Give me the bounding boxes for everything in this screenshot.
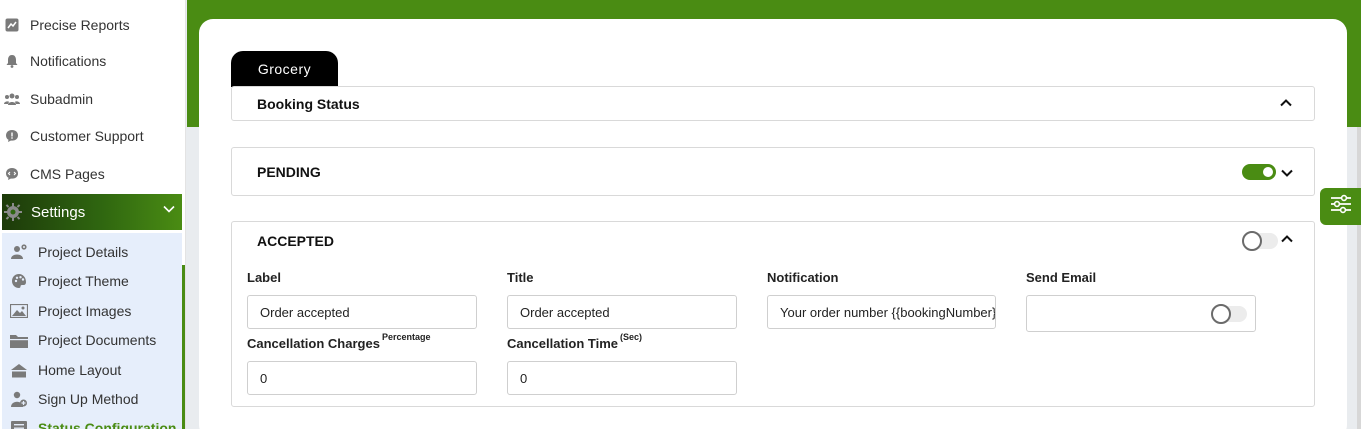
settings-submenu: Project Details Project Theme Project Im… [2,233,182,429]
cancellation-time-label: Cancellation Time (Sec) [507,332,642,351]
cancellation-charges-text: Cancellation Charges [247,336,380,351]
send-email-box [1026,295,1256,332]
send-email-toggle[interactable] [1211,304,1247,324]
sidebar-item-label: Notifications [30,53,107,69]
user-gear-icon [10,243,28,261]
pending-panel[interactable]: PENDING [231,147,1315,196]
sidebar-item-label: CMS Pages [30,166,105,182]
booking-status-panel[interactable]: Booking Status [231,86,1315,121]
cancellation-charges-input[interactable]: 0 [247,361,477,395]
cancellation-time-input[interactable]: 0 [507,361,737,395]
booking-status-title: Booking Status [257,96,360,112]
submenu-item-sign-up-method[interactable]: Sign Up Method [2,385,182,413]
chat-icon [4,128,20,144]
submenu-item-label: Project Details [38,244,129,260]
chevron-down-icon [162,202,176,216]
send-email-field-label: Send Email [1026,270,1097,285]
list-icon [10,419,28,429]
submenu-item-label: Project Images [38,303,132,319]
submenu-item-project-images[interactable]: Project Images [2,297,182,325]
sliders-icon [1330,194,1352,219]
submenu-item-home-layout[interactable]: Home Layout [2,356,182,384]
submenu-item-label: Home Layout [38,362,122,378]
accepted-title: ACCEPTED [257,233,335,249]
notification-input[interactable]: Your order number {{bookingNumber}} [767,295,996,329]
submenu-item-project-details[interactable]: Project Details [2,238,182,266]
notification-field-label: Notification [767,270,839,285]
label-field-label: Label [247,270,281,285]
title-input[interactable]: Order accepted [507,295,737,329]
sidebar-item-cms-pages[interactable]: CMS Pages [0,159,185,189]
pending-toggle[interactable] [1242,164,1276,180]
bell-icon [4,53,20,69]
pending-title: PENDING [257,164,321,180]
tab-grocery[interactable]: Grocery [231,51,338,87]
folder-icon [10,331,28,349]
sidebar: Precise Reports Notifications Subadmin C… [0,0,186,429]
home-icon [10,361,28,379]
sidebar-item-precise-reports[interactable]: Precise Reports [0,10,185,40]
chevron-up-icon[interactable] [1279,96,1293,110]
gear-icon [4,203,22,221]
chevron-up-icon[interactable] [1280,232,1294,246]
submenu-item-label: Project Theme [38,273,129,289]
filter-settings-button[interactable] [1320,188,1361,225]
submenu-scroll-indicator [182,265,185,429]
palette-icon [10,272,28,290]
settings-label: Settings [31,203,86,221]
page-scrollbar[interactable] [1357,127,1361,429]
submenu-item-project-documents[interactable]: Project Documents [2,326,182,354]
sidebar-item-subadmin[interactable]: Subadmin [0,84,185,114]
report-icon [4,17,20,33]
cancellation-time-unit: (Sec) [620,332,643,342]
submenu-item-label: Project Documents [38,332,157,348]
cancellation-charges-unit: Percentage [381,332,431,342]
submenu-item-label: Sign Up Method [38,391,139,407]
code-chat-icon [4,166,20,182]
submenu-item-label: Status Configuration [38,420,177,429]
accepted-toggle[interactable] [1242,231,1278,251]
sidebar-item-customer-support[interactable]: Customer Support [0,121,185,151]
sidebar-item-settings[interactable]: Settings [2,194,182,230]
sidebar-item-label: Subadmin [30,91,94,107]
image-icon [10,302,28,320]
title-field-label: Title [507,270,534,285]
accepted-panel: ACCEPTED Label Title Notification Send E… [231,221,1315,407]
cancellation-time-text: Cancellation Time [507,336,619,351]
submenu-item-project-theme[interactable]: Project Theme [2,267,182,295]
submenu-item-status-configuration[interactable]: Status Configuration [2,414,182,429]
users-icon [4,91,20,107]
label-input[interactable]: Order accepted [247,295,477,329]
sidebar-item-label: Customer Support [30,128,144,144]
sidebar-item-label: Precise Reports [30,17,130,33]
cancellation-charges-label: Cancellation Charges Percentage [247,332,430,351]
sidebar-item-notifications[interactable]: Notifications [0,46,185,76]
user-plus-icon [10,390,28,408]
chevron-down-icon[interactable] [1280,166,1294,180]
